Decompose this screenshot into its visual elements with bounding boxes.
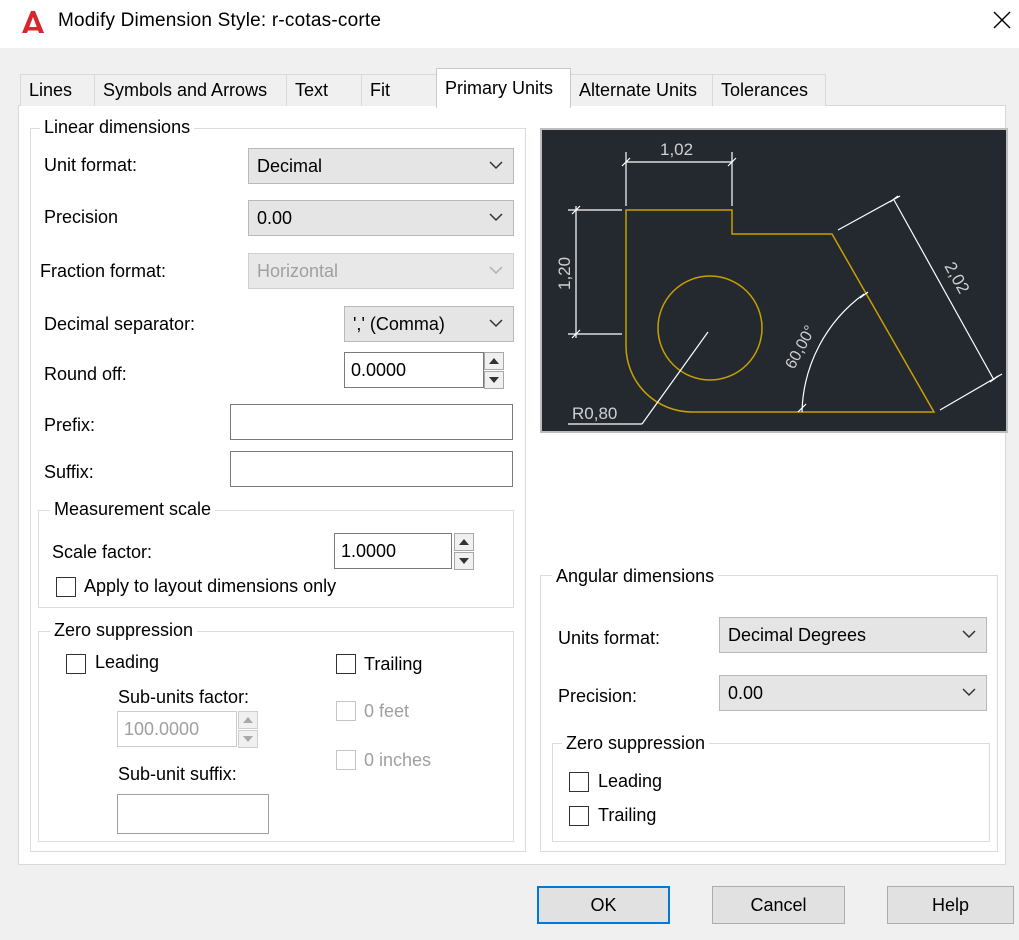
angular-trailing-label: Trailing <box>598 805 657 825</box>
preview-dim-vertical <box>568 205 622 339</box>
angular-precision-select[interactable]: 0.00 <box>719 675 987 711</box>
round-off-input[interactable]: 0.0000 <box>344 352 484 388</box>
prefix-label: Prefix: <box>44 415 96 435</box>
unit-format-label: Unit format: <box>44 155 138 175</box>
angular-precision-value: 0.00 <box>728 683 764 703</box>
feet-checkbox[interactable] <box>336 701 356 721</box>
decimal-separator-label: Decimal separator: <box>44 314 196 334</box>
angular-trailing-checkbox[interactable] <box>569 806 589 826</box>
round-off-spinner[interactable] <box>484 352 504 390</box>
preview-label-aligned: 2,02 <box>941 259 974 297</box>
ok-button[interactable]: OK <box>537 886 670 924</box>
units-format-label: Units format: <box>558 628 661 648</box>
chevron-down-icon <box>489 213 503 222</box>
apply-layout-label: Apply to layout dimensions only <box>84 576 337 596</box>
prefix-input[interactable] <box>230 404 513 440</box>
units-format-select[interactable]: Decimal Degrees <box>719 617 987 653</box>
scale-factor-input[interactable]: 1.0000 <box>334 533 452 569</box>
tab-alternate-units[interactable]: Alternate Units <box>570 74 713 106</box>
arrow-up-icon <box>489 358 499 364</box>
zero-suppression-legend: Zero suppression <box>50 620 198 641</box>
chevron-down-icon <box>489 161 503 170</box>
angular-leading-label: Leading <box>598 771 663 791</box>
angular-zero-suppression-legend: Zero suppression <box>562 733 710 754</box>
angular-precision-label: Precision: <box>558 686 638 706</box>
apply-layout-checkbox[interactable] <box>56 577 76 597</box>
scale-factor-spinner[interactable] <box>454 533 474 571</box>
precision-select[interactable]: 0.00 <box>248 200 514 236</box>
preview-label-radius: R0,80 <box>572 404 617 423</box>
preview-label-angle: 60,00° <box>783 323 820 372</box>
preview-label-vertical: 1,20 <box>555 257 574 290</box>
suffix-label: Suffix: <box>44 462 94 482</box>
tab-tolerances[interactable]: Tolerances <box>712 74 826 106</box>
tab-primary-units[interactable]: Primary Units <box>436 68 571 108</box>
spin-down-button[interactable] <box>238 730 258 748</box>
arrow-up-icon <box>243 717 253 723</box>
preview-drawing: 1,02 1,20 2,02 60,00° R0,80 <box>555 140 1003 425</box>
arrow-down-icon <box>459 558 469 564</box>
sub-units-factor-spinner[interactable] <box>238 711 258 749</box>
suffix-input[interactable] <box>230 451 513 487</box>
sub-unit-suffix-input[interactable] <box>117 794 269 834</box>
units-format-value: Decimal Degrees <box>728 625 867 645</box>
unit-format-select[interactable]: Decimal <box>248 148 514 184</box>
trailing-checkbox[interactable] <box>336 654 356 674</box>
sub-units-factor-input[interactable]: 100.0000 <box>117 711 237 747</box>
fraction-format-value: Horizontal <box>257 261 339 281</box>
spin-down-button[interactable] <box>454 552 474 570</box>
spin-up-button[interactable] <box>484 352 504 370</box>
chevron-down-icon <box>489 319 503 328</box>
decimal-separator-select[interactable]: ',' (Comma) <box>344 306 514 342</box>
leading-label: Leading <box>95 652 160 672</box>
angular-leading-checkbox[interactable] <box>569 772 589 792</box>
unit-format-value: Decimal <box>257 156 323 176</box>
angular-zero-suppression-group <box>552 743 990 842</box>
linear-dimensions-legend: Linear dimensions <box>40 117 195 138</box>
tab-text[interactable]: Text <box>286 74 362 106</box>
feet-label: 0 feet <box>364 701 410 721</box>
autocad-logo-icon <box>22 11 44 33</box>
measurement-scale-legend: Measurement scale <box>50 499 216 520</box>
arrow-down-icon <box>243 736 253 742</box>
decimal-separator-value: ',' (Comma) <box>353 314 445 334</box>
close-icon[interactable] <box>992 10 1012 30</box>
chevron-down-icon <box>962 630 976 639</box>
preview-hole <box>657 275 763 381</box>
scale-factor-label: Scale factor: <box>52 542 153 562</box>
cancel-button[interactable]: Cancel <box>712 886 845 924</box>
fraction-format-label: Fraction format: <box>40 261 167 281</box>
dimension-preview: 1,02 1,20 2,02 60,00° R0,80 <box>540 128 1008 433</box>
spin-down-button[interactable] <box>484 371 504 389</box>
chevron-down-icon <box>962 688 976 697</box>
preview-label-horizontal: 1,02 <box>660 140 693 159</box>
fraction-format-select[interactable]: Horizontal <box>248 253 514 289</box>
precision-label: Precision <box>44 207 119 227</box>
inches-checkbox[interactable] <box>336 750 356 770</box>
sub-unit-suffix-label: Sub-unit suffix: <box>118 764 237 784</box>
tab-lines[interactable]: Lines <box>20 74 95 106</box>
chevron-down-icon <box>489 266 503 275</box>
preview-dim-angle <box>797 291 869 413</box>
close-button[interactable] <box>988 6 1016 34</box>
help-button[interactable]: Help <box>887 886 1014 924</box>
precision-value: 0.00 <box>257 208 293 228</box>
trailing-label: Trailing <box>364 654 423 674</box>
arrow-up-icon <box>459 539 469 545</box>
spin-up-button[interactable] <box>238 711 258 729</box>
round-off-label: Round off: <box>44 364 127 384</box>
angular-dimensions-legend: Angular dimensions <box>552 566 719 587</box>
sub-units-factor-label: Sub-units factor: <box>118 687 250 707</box>
arrow-down-icon <box>489 377 499 383</box>
spin-up-button[interactable] <box>454 533 474 551</box>
tab-fit[interactable]: Fit <box>361 74 437 106</box>
leading-checkbox[interactable] <box>66 654 86 674</box>
inches-label: 0 inches <box>364 750 432 770</box>
preview-dim-horizontal <box>621 152 737 206</box>
preview-dim-aligned <box>837 195 1003 411</box>
tab-symbols-and-arrows[interactable]: Symbols and Arrows <box>94 74 287 106</box>
window-title: Modify Dimension Style: r-cotas-corte <box>58 10 382 31</box>
